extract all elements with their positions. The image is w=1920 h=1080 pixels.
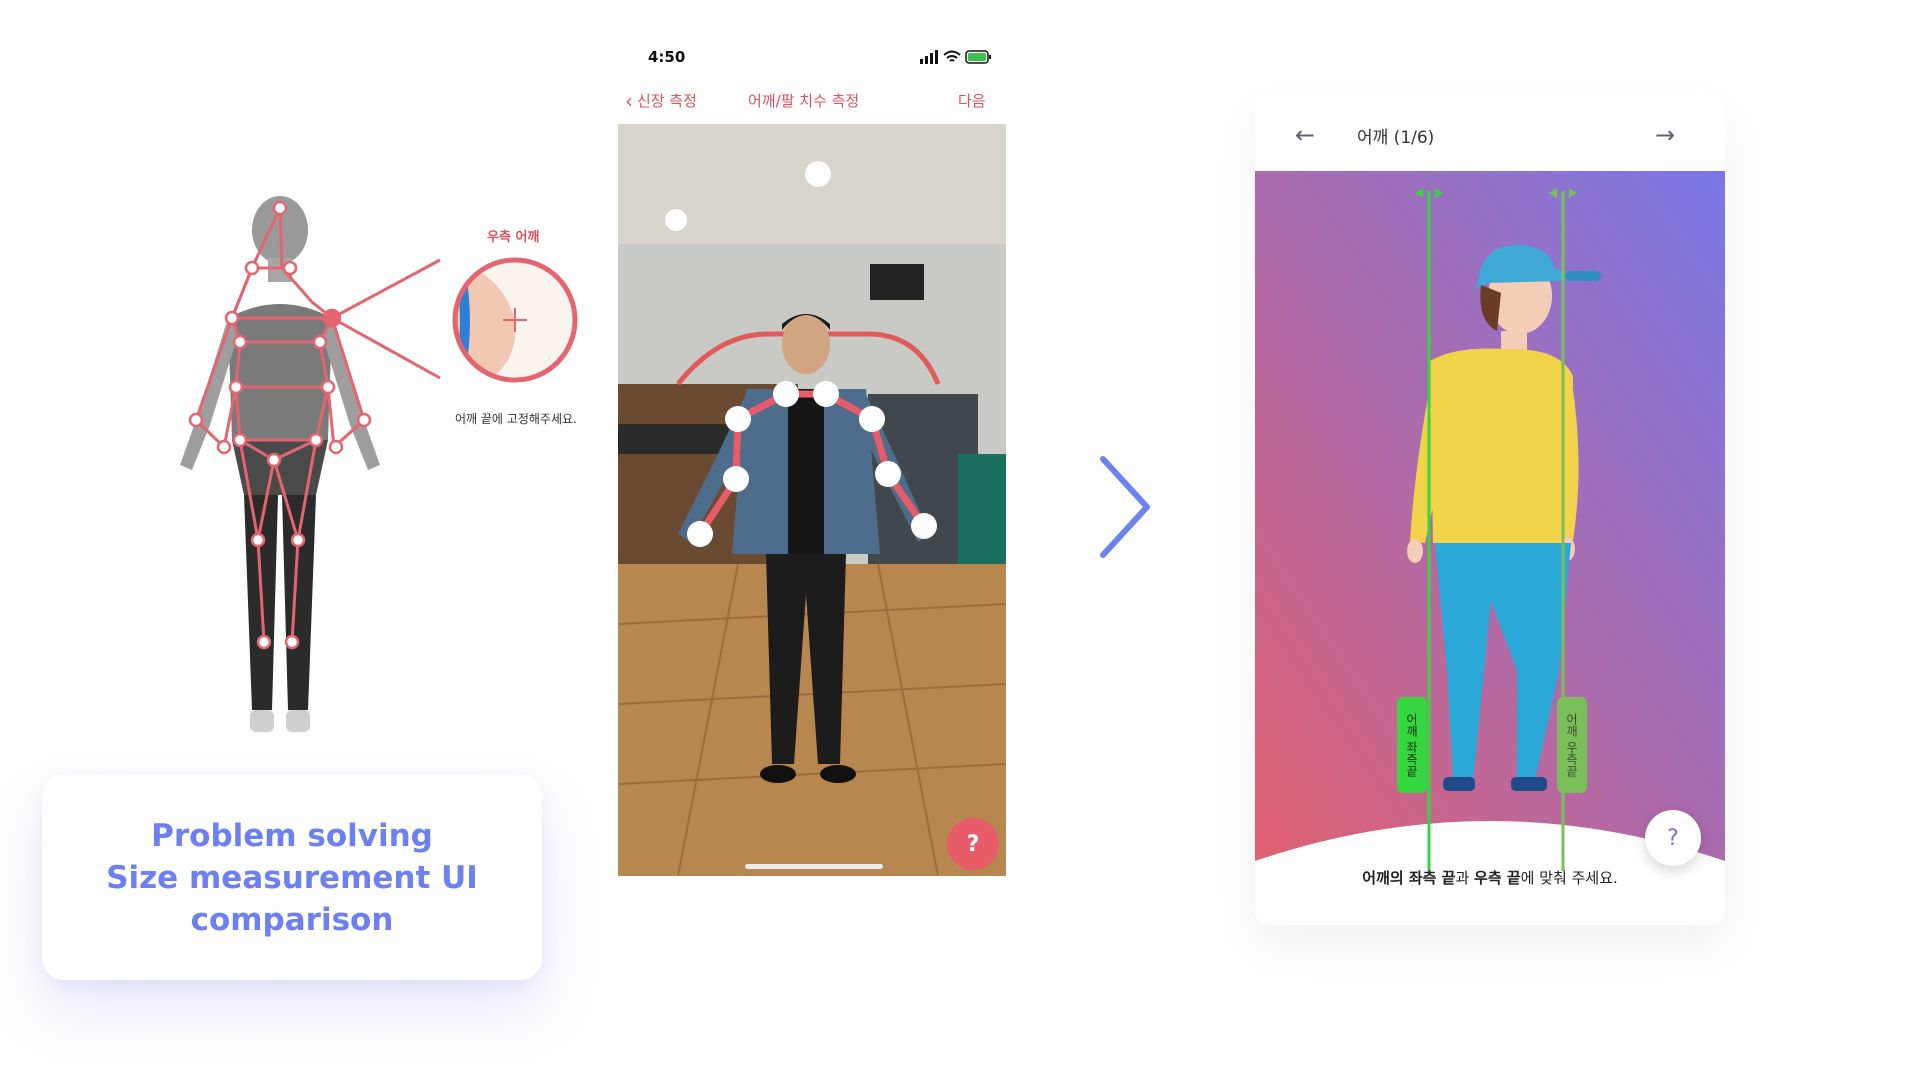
back-label: 신장 측정 xyxy=(637,92,697,110)
back-button[interactable]: ‹ 신장 측정 xyxy=(625,90,697,111)
shoulder-guide-screen: ← 어깨 (1/6) → 어깨 좌측끝 어깨 우측끝 ? 어깨의 좌측 끝과 우… xyxy=(1255,95,1725,925)
caption-card: Problem solving Size measurement UI comp… xyxy=(42,775,542,980)
chevron-right-icon xyxy=(1100,456,1150,558)
left-shoulder-tag-label: 어깨 좌측끝 xyxy=(1404,713,1419,777)
battery-icon xyxy=(965,50,991,64)
screen-title: 어깨/팔 치수 측정 xyxy=(748,92,860,110)
caption-line: comparison xyxy=(190,901,394,938)
right-shoulder-tag-label: 어깨 우측끝 xyxy=(1564,713,1579,777)
zoom-hint: 어깨 끝에 고정해주세요. xyxy=(455,412,577,426)
instruction-part: 과 xyxy=(1455,869,1475,887)
home-indicator xyxy=(745,864,883,869)
instruction-text: 어깨의 좌측 끝과 우측 끝에 맞춰 주세요. xyxy=(1255,867,1725,888)
help-button[interactable]: ? xyxy=(947,818,999,870)
guide-illustration xyxy=(1255,171,1725,871)
status-time: 4:50 xyxy=(648,48,686,66)
chevron-left-icon: ‹ xyxy=(625,88,633,113)
caption-line: Problem solving xyxy=(151,817,433,854)
help-button[interactable]: ? xyxy=(1645,810,1701,866)
instruction-part: 어깨의 좌측 끝 xyxy=(1362,869,1456,887)
arrow-left-icon[interactable]: ← xyxy=(1295,121,1315,149)
wifi-icon xyxy=(943,50,961,62)
zoom-label: 우측 어깨 xyxy=(487,230,540,245)
left-shoulder-tag: 어깨 좌측끝 xyxy=(1397,697,1427,793)
camera-view xyxy=(618,124,1006,876)
signal-icon xyxy=(920,50,938,64)
caption-line: Size measurement UI xyxy=(106,859,478,896)
right-shoulder-tag: 어깨 우측끝 xyxy=(1557,697,1587,793)
next-button[interactable]: 다음 xyxy=(958,90,986,111)
instruction-part: 에 맞춰 주세요. xyxy=(1520,869,1618,887)
instruction-part: 우측 끝 xyxy=(1474,869,1521,887)
step-title: 어깨 (1/6) xyxy=(1357,128,1435,148)
arrow-right-icon[interactable]: → xyxy=(1655,121,1675,149)
status-icons xyxy=(920,50,991,64)
body-keypoint-illustration xyxy=(180,196,578,732)
camera-scene xyxy=(618,124,1006,876)
